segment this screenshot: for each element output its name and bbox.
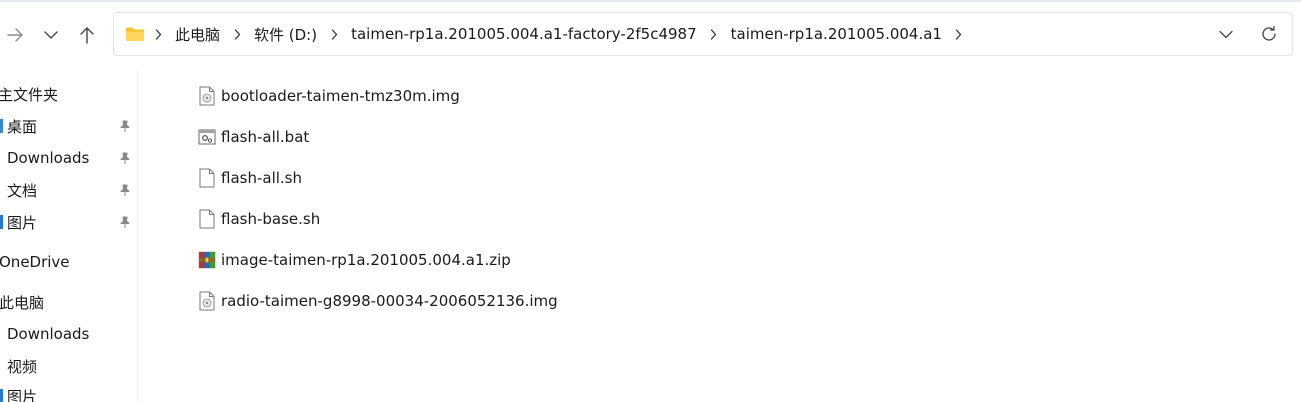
folder-icon [125, 26, 145, 42]
desktop-icon [0, 119, 3, 133]
chevron-down-icon [1219, 30, 1233, 38]
chevron-down-icon [44, 31, 58, 39]
sidebar-item-documents[interactable]: 文档 [7, 178, 37, 202]
up-button[interactable] [72, 20, 102, 50]
pin-icon[interactable] [118, 119, 132, 133]
chevron-right-icon[interactable] [703, 13, 725, 55]
file-name: bootloader-taimen-tmz30m.img [221, 87, 460, 105]
chevron-right-icon[interactable] [323, 13, 345, 55]
chevron-right-icon[interactable] [147, 13, 169, 55]
pictures-icon [0, 215, 3, 229]
pictures-icon [0, 389, 3, 402]
address-bar-actions [1206, 13, 1292, 55]
recent-locations-button[interactable] [36, 20, 66, 50]
blank-file-icon [198, 208, 216, 230]
file-name: flash-all.sh [221, 169, 302, 187]
forward-button[interactable] [0, 20, 30, 50]
sidebar-item-downloads[interactable]: Downloads [7, 146, 89, 170]
file-name: flash-all.bat [221, 128, 310, 146]
file-name: radio-taimen-g8998-00034-2006052136.img [221, 292, 558, 310]
chevron-right-icon[interactable] [226, 13, 248, 55]
sidebar-item-onedrive[interactable]: OneDrive [0, 250, 70, 274]
pin-icon[interactable] [118, 151, 132, 165]
arrow-up-icon [80, 27, 94, 44]
file-item[interactable]: flash-all.bat [198, 122, 309, 152]
file-name: flash-base.sh [221, 210, 321, 228]
sidebar-item-label: 图片 [7, 213, 38, 232]
sidebar-item-label: 此电脑 [0, 293, 45, 312]
sidebar-item-home[interactable]: 主文件夹 [0, 82, 58, 106]
sidebar-item-pc-downloads[interactable]: Downloads [7, 322, 89, 346]
batch-file-icon [198, 126, 216, 148]
refresh-button[interactable] [1246, 13, 1292, 55]
breadcrumb-this-pc[interactable]: 此电脑 [169, 24, 226, 45]
disk-image-icon [198, 290, 216, 312]
sidebar-item-label: 视频 [7, 357, 38, 376]
sidebar-item-label: 主文件夹 [0, 85, 59, 104]
sidebar-item-label: 桌面 [7, 117, 38, 136]
winrar-archive-icon [198, 249, 216, 271]
sidebar-item-label: OneDrive [0, 253, 70, 271]
sidebar-item-this-pc[interactable]: 此电脑 [0, 290, 44, 314]
file-name: image-taimen-rp1a.201005.004.a1.zip [221, 251, 511, 269]
navigation-pane: 主文件夹 桌面 Downloads 文档 图片 OneDrive 此电脑 Dow… [0, 70, 138, 402]
chevron-right-icon[interactable] [948, 13, 970, 55]
address-bar[interactable]: 此电脑 软件 (D:) taimen-rp1a.201005.004.a1-fa… [113, 12, 1293, 56]
refresh-icon [1262, 25, 1276, 41]
sidebar-item-label: Downloads [7, 325, 90, 343]
breadcrumb-current-folder[interactable]: taimen-rp1a.201005.004.a1 [725, 25, 948, 43]
breadcrumb-factory-folder[interactable]: taimen-rp1a.201005.004.a1-factory-2f5c49… [345, 25, 703, 43]
file-item[interactable]: radio-taimen-g8998-00034-2006052136.img [198, 286, 558, 316]
sidebar-item-pictures[interactable]: 图片 [0, 210, 37, 234]
breadcrumb-drive-d[interactable]: 软件 (D:) [248, 24, 323, 45]
file-item[interactable]: flash-base.sh [198, 204, 320, 234]
file-item[interactable]: flash-all.sh [198, 163, 302, 193]
arrow-right-icon [7, 28, 23, 42]
breadcrumb: 此电脑 软件 (D:) taimen-rp1a.201005.004.a1-fa… [147, 13, 970, 55]
file-item[interactable]: image-taimen-rp1a.201005.004.a1.zip [198, 245, 511, 275]
disk-image-icon [198, 85, 216, 107]
pin-icon[interactable] [118, 183, 132, 197]
blank-file-icon [198, 167, 216, 189]
title-bar-edge [0, 0, 1301, 2]
address-history-button[interactable] [1206, 13, 1246, 55]
sidebar-item-label: Downloads [7, 149, 90, 167]
pin-icon[interactable] [118, 215, 132, 229]
sidebar-item-label: 文档 [7, 181, 38, 200]
file-item[interactable]: bootloader-taimen-tmz30m.img [198, 81, 460, 111]
sidebar-item-pc-pictures[interactable]: 图片 [0, 384, 37, 402]
sidebar-item-desktop[interactable]: 桌面 [0, 114, 37, 138]
file-explorer-window: 此电脑 软件 (D:) taimen-rp1a.201005.004.a1-fa… [0, 0, 1301, 402]
sidebar-item-label: 图片 [7, 387, 38, 402]
sidebar-item-videos[interactable]: 视频 [7, 354, 37, 378]
